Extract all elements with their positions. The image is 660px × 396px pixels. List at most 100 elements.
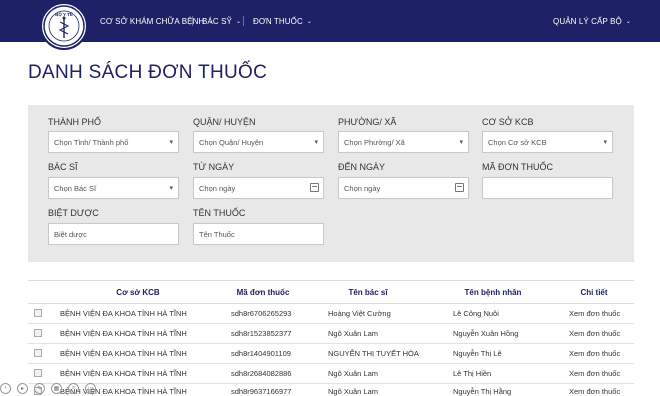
- doctor-label: BÁC SĨ: [48, 162, 78, 172]
- ward-label: PHƯỜNG/ XÃ: [338, 117, 397, 127]
- cell-doctor: NGUYỄN THỊ TUYẾT HÒA: [328, 349, 419, 358]
- cell-facility: BỆNH VIỆN ĐA KHOA TỈNH HÀ TĨNH: [60, 349, 187, 358]
- table-row[interactable]: BỆNH VIỆN ĐA KHOA TỈNH HÀ TĨNH sdh8r1404…: [28, 343, 634, 364]
- cell-code: sdh8r1404901109: [231, 349, 291, 358]
- header-doctor[interactable]: Tên bác sĩ: [328, 288, 408, 297]
- nav-prescriptions[interactable]: ĐƠN THUỐC ⌄: [243, 0, 312, 42]
- table-row[interactable]: BỆNH VIỆN ĐA KHOA TỈNH HÀ TĨNH sdh8r1523…: [28, 323, 634, 344]
- calendar-icon[interactable]: [455, 183, 464, 192]
- cell-code: sdh8r6706265293: [231, 309, 292, 318]
- ministry-logo[interactable]: BỘ Y TẾ: [40, 2, 88, 50]
- chevron-down-icon: ⌄: [306, 18, 312, 25]
- district-select[interactable]: Chọn Quận/ Huyện ▾: [193, 131, 324, 153]
- prescription-table: Cơ sở KCB Mã đơn thuốc Tên bác sĩ Tên bệ…: [28, 280, 634, 396]
- chevron-down-icon: ▾: [603, 139, 607, 146]
- cell-patient: Lê Thị Hiền: [453, 369, 492, 378]
- view-prescription-link[interactable]: Xem đơn thuốc: [569, 309, 620, 318]
- chevron-down-icon: ▾: [459, 139, 463, 146]
- city-select-value: Chọn Tỉnh/ Thành phố: [54, 137, 129, 147]
- svg-text:BỘ Y TẾ: BỘ Y TẾ: [55, 10, 73, 17]
- grid-icon[interactable]: ▦: [51, 382, 62, 394]
- facility-label: CƠ SỞ KCB: [482, 117, 534, 127]
- top-navbar: BỘ Y TẾ CƠ SỞ KHÁM CHỮA BỆNH ⌄ BÁC SỸ ⌄ …: [0, 0, 660, 50]
- view-prescription-link[interactable]: Xem đơn thuốc: [569, 387, 620, 396]
- from-date-input[interactable]: Chọn ngày: [193, 177, 324, 199]
- cell-code: sdh8r1523852377: [231, 329, 292, 338]
- cell-patient: Nguyễn Thị Hằng: [453, 387, 512, 396]
- doctor-select[interactable]: Chọn Bác Sĩ ▾: [48, 177, 179, 199]
- cell-code: sdh8r9637166977: [231, 387, 292, 396]
- district-label: QUẬN/ HUYỆN: [193, 117, 256, 127]
- filter-panel: THÀNH PHỐ Chọn Tỉnh/ Thành phố ▾ QUẬN/ H…: [28, 105, 634, 262]
- city-label: THÀNH PHỐ: [48, 117, 102, 127]
- cell-code: sdh8r2684082886: [231, 369, 292, 378]
- cell-doctor: Ngô Xuân Lam: [328, 369, 379, 378]
- header-code[interactable]: Mã đơn thuốc: [228, 288, 298, 297]
- cell-facility: BỆNH VIỆN ĐA KHOA TỈNH HÀ TĨNH: [60, 309, 187, 318]
- header-detail[interactable]: Chi tiết: [564, 288, 624, 297]
- table-row[interactable]: BỆNH VIỆN ĐA KHOA TỈNH HÀ TĨNH sdh8r9637…: [28, 381, 634, 396]
- from-date-label: TỪ NGÀY: [193, 162, 235, 172]
- row-checkbox[interactable]: [34, 329, 42, 337]
- view-prescription-link[interactable]: Xem đơn thuốc: [569, 349, 620, 358]
- nav-facilities-label: CƠ SỞ KHÁM CHỮA BỆNH: [100, 16, 205, 26]
- drug-name-placeholder: Tên Thuốc: [199, 229, 235, 239]
- more-icon[interactable]: ⋯: [85, 382, 96, 394]
- cell-doctor: Hoàng Việt Cường: [328, 309, 391, 318]
- pen-icon[interactable]: ✎: [34, 382, 45, 394]
- from-date-placeholder: Chọn ngày: [199, 183, 236, 193]
- view-prescription-link[interactable]: Xem đơn thuốc: [569, 329, 620, 338]
- to-date-input[interactable]: Chọn ngày: [338, 177, 469, 199]
- nav-prescriptions-label: ĐƠN THUỐC: [253, 16, 303, 26]
- back-icon[interactable]: ‹: [0, 382, 11, 394]
- drug-name-input[interactable]: Tên Thuốc: [193, 223, 324, 245]
- city-select[interactable]: Chọn Tỉnh/ Thành phố ▾: [48, 131, 179, 153]
- header-patient[interactable]: Tên bệnh nhân: [448, 288, 538, 297]
- ward-select[interactable]: Chọn Phường/ Xã ▾: [338, 131, 469, 153]
- nav-admin-label: QUẢN LÝ CẤP BỘ: [553, 16, 622, 26]
- table-row[interactable]: BỆNH VIỆN ĐA KHOA TỈNH HÀ TĨNH sdh8r6706…: [28, 303, 634, 324]
- nav-divider: [192, 16, 193, 26]
- chevron-down-icon: ▾: [169, 185, 173, 192]
- table-header: Cơ sở KCB Mã đơn thuốc Tên bác sĩ Tên bệ…: [28, 281, 634, 304]
- row-checkbox[interactable]: [34, 309, 42, 317]
- brand-name-placeholder: Biệt dược: [54, 229, 87, 239]
- nav-doctors[interactable]: BÁC SỸ ⌄: [192, 0, 242, 42]
- search-icon[interactable]: ⌕: [68, 382, 79, 394]
- brand-name-label: BIỆT DƯỢC: [48, 208, 99, 218]
- viewer-toolbar: ‹ ▸ ✎ ▦ ⌕ ⋯: [0, 380, 96, 396]
- cell-patient: Nguyễn Xuân Hồng: [453, 329, 519, 338]
- prescription-code-input[interactable]: [482, 177, 613, 199]
- ministry-emblem-icon: BỘ Y TẾ: [43, 5, 85, 47]
- prescription-code-label: MÃ ĐƠN THUỐC: [482, 162, 554, 172]
- cell-patient: Lê Công Nuôi: [453, 309, 499, 318]
- district-select-value: Chọn Quận/ Huyện: [199, 137, 264, 147]
- nav-admin[interactable]: QUẢN LÝ CẤP BỘ ⌄: [553, 0, 631, 42]
- facility-select-value: Chọn Cơ sở KCB: [488, 137, 547, 147]
- cell-patient: Nguyễn Thị Lê: [453, 349, 502, 358]
- nav-divider: [243, 16, 244, 26]
- view-prescription-link[interactable]: Xem đơn thuốc: [569, 369, 620, 378]
- cell-facility: BỆNH VIỆN ĐA KHOA TỈNH HÀ TĨNH: [60, 369, 187, 378]
- brand-name-input[interactable]: Biệt dược: [48, 223, 179, 245]
- nav-facilities[interactable]: CƠ SỞ KHÁM CHỮA BỆNH ⌄: [100, 0, 213, 42]
- cell-doctor: Ngô Xuân Lam: [328, 329, 379, 338]
- chevron-down-icon: ▾: [169, 139, 173, 146]
- calendar-icon[interactable]: [310, 183, 319, 192]
- chevron-down-icon: ▾: [314, 139, 318, 146]
- chevron-down-icon: ⌄: [235, 18, 242, 25]
- page-title: DANH SÁCH ĐƠN THUỐC: [28, 62, 268, 83]
- cell-doctor: Ngô Xuân Lam: [328, 387, 379, 396]
- row-checkbox[interactable]: [34, 369, 42, 377]
- ward-select-value: Chọn Phường/ Xã: [344, 137, 405, 147]
- cell-facility: BỆNH VIỆN ĐA KHOA TỈNH HÀ TĨNH: [60, 329, 187, 338]
- nav-doctors-label: BÁC SỸ: [202, 16, 232, 26]
- drug-name-label: TÊN THUỐC: [193, 208, 246, 218]
- row-checkbox[interactable]: [34, 349, 42, 357]
- doctor-select-value: Chọn Bác Sĩ: [54, 183, 97, 193]
- facility-select[interactable]: Chọn Cơ sở KCB ▾: [482, 131, 613, 153]
- chevron-down-icon: ⌄: [625, 18, 631, 25]
- header-facility[interactable]: Cơ sở KCB: [88, 288, 188, 297]
- play-icon[interactable]: ▸: [17, 382, 28, 394]
- to-date-label: ĐẾN NGÀY: [338, 162, 386, 172]
